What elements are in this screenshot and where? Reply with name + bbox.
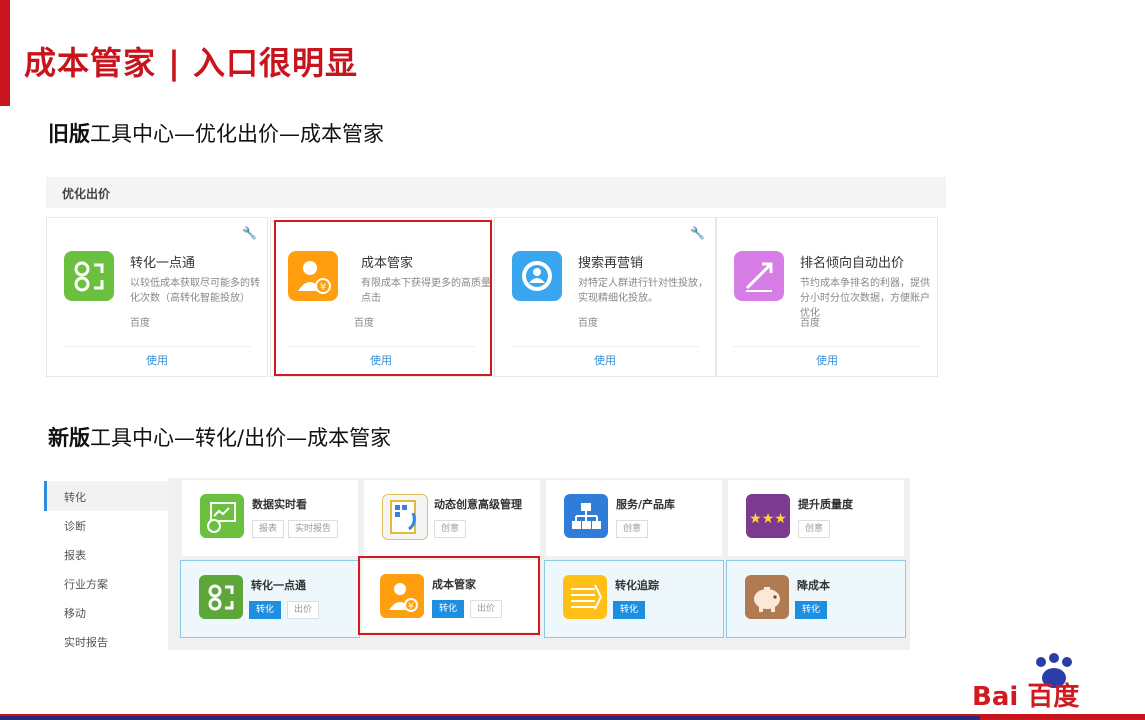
conversion-tracking-icon [563,575,607,619]
new-section-heading: 新版工具中心—转化/出价—成本管家 [48,422,391,452]
conversion-icon [199,575,243,619]
wrench-icon[interactable]: 🔧 [690,226,705,240]
tile-conversion-tracking[interactable]: 转化追踪 转化 [544,560,724,638]
title-accent-bar [0,0,10,106]
piggy-bank-icon [745,575,789,619]
conversion-icon [64,251,114,301]
old-card-remarketing[interactable]: 🔧 搜索再营销 对特定人群进行针对性投放，实现精细化投放。 百度 使用 [494,217,716,377]
card-desc: 以较低成本获取尽可能多的转化次数（高转化智能投放） [130,278,260,304]
ranking-icon [734,251,784,301]
highlight-box-new [358,556,540,635]
footer-bar-blue [0,716,980,720]
baidu-logo: Bai 百度 [972,682,1080,712]
card-divider [63,346,251,347]
tag-creative[interactable]: 创意 [798,520,831,538]
use-link[interactable]: 使用 [717,352,937,368]
sidebar-selected-indicator [44,481,168,511]
card-divider [511,346,699,347]
old-card-conversion[interactable]: 🔧 转化一点通 以较低成本获取尽可能多的转化次数（高转化智能投放） 百度 使用 [46,217,268,377]
tile-quality-score[interactable]: ★★★ 提升质量度 创意 [728,480,904,556]
use-link[interactable]: 使用 [47,352,267,368]
wrench-icon[interactable]: 🔧 [242,226,257,240]
card-desc: 节约成本争排名的利器，提供分小时分位次数据，方便账户优化 [800,278,930,319]
old-card-ranking[interactable]: 排名倾向自动出价 节约成本争排名的利器，提供分小时分位次数据，方便账户优化 百度… [716,217,938,377]
tag-conversion[interactable]: 转化 [795,601,828,619]
svg-text:★★★: ★★★ [749,511,787,527]
tile-name: 提升质量度 [798,498,853,511]
sidebar-item-mobile[interactable]: 移动 [64,605,86,621]
use-link[interactable]: 使用 [495,352,715,368]
realtime-data-icon [200,494,244,538]
card-name: 搜索再营销 [578,256,644,271]
new-heading-lead: 新版 [48,426,90,450]
tile-name: 服务/产品库 [616,498,676,511]
card-name: 排名倾向自动出价 [800,256,905,271]
card-source: 百度 [578,318,598,329]
tag-conversion[interactable]: 转化 [249,601,282,619]
tile-name: 动态创意高级管理 [434,498,522,511]
sidebar-item-realtime[interactable]: 实时报告 [64,634,108,650]
slide-title: 成本管家 | 入口很明显 [24,44,358,82]
tile-conversion-one-click[interactable]: 转化一点通 转化 出价 [180,560,360,638]
tile-product-library[interactable]: 服务/产品库 创意 [546,480,722,556]
card-source: 百度 [130,318,150,329]
quality-stars-icon: ★★★ [746,494,790,538]
old-panel-header: 优化出价 [46,177,946,208]
old-section-heading: 旧版工具中心—优化出价—成本管家 [48,118,384,148]
old-heading-rest: 工具中心—优化出价—成本管家 [90,122,384,146]
card-name: 转化一点通 [130,256,196,271]
old-heading-lead: 旧版 [48,122,90,146]
highlight-box-old [274,220,492,376]
tile-dynamic-creative[interactable]: 动态创意高级管理 创意 [364,480,540,556]
tile-realtime-data[interactable]: 数据实时看 报表 实时报告 [182,480,358,556]
sidebar-item-industry[interactable]: 行业方案 [64,576,108,592]
tag-reports[interactable]: 报表 [252,520,285,538]
sidebar-item-diagnosis[interactable]: 诊断 [64,518,86,534]
tool-sidebar: 转化 诊断 报表 行业方案 移动 实时报告 [44,481,168,651]
tile-name: 降成本 [797,579,830,592]
tag-creative[interactable]: 创意 [434,520,467,538]
tag-creative[interactable]: 创意 [616,520,649,538]
tile-name: 转化一点通 [251,579,306,592]
product-library-icon [564,494,608,538]
card-source: 百度 [800,318,820,329]
tag-realtime[interactable]: 实时报告 [288,520,339,538]
remarketing-icon [512,251,562,301]
tag-conversion[interactable]: 转化 [613,601,646,619]
tile-name: 数据实时看 [252,498,307,511]
tile-name: 转化追踪 [615,579,659,592]
card-desc: 对特定人群进行针对性投放，实现精细化投放。 [578,278,708,304]
sidebar-item-conversion[interactable]: 转化 [64,489,86,505]
old-panel-title: 优化出价 [62,187,111,201]
dynamic-creative-icon [382,494,428,540]
sidebar-item-reports[interactable]: 报表 [64,547,86,563]
card-divider [733,346,921,347]
tile-reduce-cost[interactable]: 降成本 转化 [726,560,906,638]
tag-bidding[interactable]: 出价 [287,601,320,619]
new-heading-rest: 工具中心—转化/出价—成本管家 [90,426,392,450]
